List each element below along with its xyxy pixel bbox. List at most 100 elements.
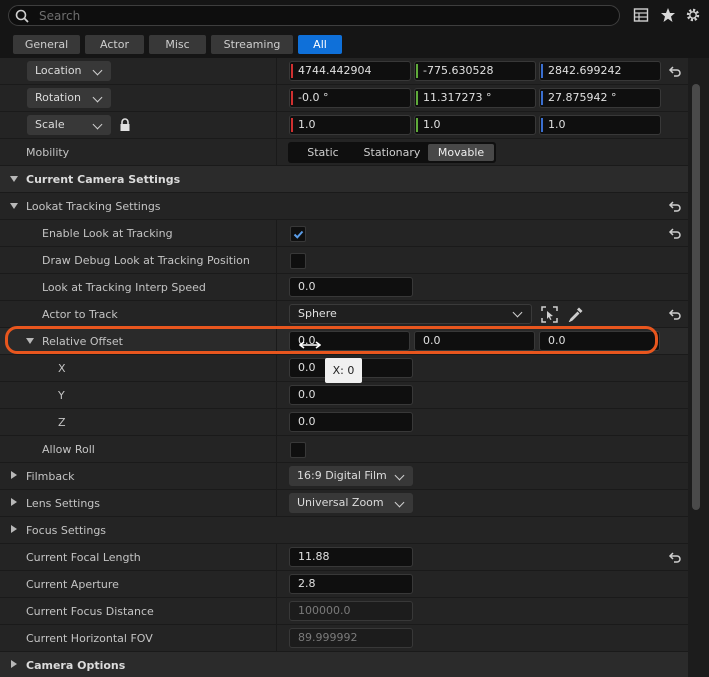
reset-icon[interactable] [668, 226, 682, 240]
location-row: Location 4744.442904 -775.630528 2842.69… [0, 58, 688, 84]
lens-settings-dropdown[interactable]: Universal Zoom [289, 493, 413, 513]
y-axis-marker [416, 118, 418, 132]
filter-tab-general[interactable]: General [13, 35, 80, 54]
filmback-dropdown[interactable]: 16:9 Digital Film [289, 466, 413, 486]
y-axis-marker [416, 91, 418, 105]
lookat-tracking-label: Lookat Tracking Settings [26, 200, 161, 213]
x-axis-marker [291, 118, 293, 132]
rotation-x-field[interactable]: -0.0 ° [289, 88, 411, 108]
actor-to-track-row: Actor to Track Sphere [0, 300, 688, 327]
reset-icon[interactable] [668, 307, 682, 321]
reset-icon[interactable] [668, 199, 682, 213]
horizontal-fov-row: Current Horizontal FOV 89.999992 [0, 624, 688, 651]
offset-y-field[interactable]: 0.0 [289, 385, 413, 405]
allow-roll-checkbox[interactable] [290, 442, 306, 458]
collapse-arrow-icon[interactable] [11, 471, 17, 479]
location-y-field[interactable]: -775.630528 [414, 61, 536, 81]
focus-distance-field: 100000.0 [289, 601, 413, 621]
collapse-arrow-icon[interactable] [11, 525, 17, 533]
lens-settings-row[interactable]: Lens Settings Universal Zoom [0, 489, 688, 516]
checkmark-icon [293, 230, 304, 239]
offset-z-field[interactable]: 0.0 [289, 412, 413, 432]
lock-icon[interactable] [119, 118, 131, 132]
expand-arrow-icon[interactable] [10, 176, 18, 182]
aperture-row: Current Aperture 2.8 [0, 570, 688, 597]
draw-debug-label: Draw Debug Look at Tracking Position [42, 254, 250, 267]
actor-to-track-label: Actor to Track [42, 308, 118, 321]
enable-tracking-checkbox[interactable] [290, 226, 306, 242]
focal-length-row: Current Focal Length 11.88 [0, 543, 688, 570]
offset-y-label: Y [58, 389, 65, 402]
draw-debug-checkbox[interactable] [290, 253, 306, 269]
mobility-static-option[interactable]: Static [290, 144, 356, 161]
scale-z-field[interactable]: 1.0 [539, 115, 661, 135]
filter-bar: General Actor Misc Streaming All [0, 32, 709, 58]
scale-row: Scale 1.0 1.0 1.0 [0, 111, 688, 138]
camera-options-category[interactable]: Camera Options [0, 651, 688, 677]
mobility-movable-option[interactable]: Movable [428, 144, 494, 161]
rotation-dropdown[interactable]: Rotation [27, 88, 111, 108]
scale-x-field[interactable]: 1.0 [289, 115, 411, 135]
x-axis-marker [291, 64, 293, 78]
mobility-row: Mobility Static Stationary Movable [0, 138, 688, 165]
top-bar: Search [0, 0, 709, 32]
z-axis-marker [541, 91, 543, 105]
search-box[interactable]: Search [8, 5, 620, 26]
eyedropper-icon[interactable] [568, 306, 584, 322]
offset-x-label: X [58, 362, 66, 375]
highlight-outline [5, 326, 658, 354]
x-axis-marker [291, 91, 293, 105]
focus-settings-row[interactable]: Focus Settings [0, 516, 688, 543]
interp-speed-field[interactable]: 0.0 [289, 277, 413, 297]
filter-tab-all[interactable]: All [298, 35, 342, 54]
focal-length-field[interactable]: 11.88 [289, 547, 413, 567]
lookat-tracking-settings-row[interactable]: Lookat Tracking Settings [0, 192, 688, 219]
aperture-field[interactable]: 2.8 [289, 574, 413, 594]
rotation-row: Rotation -0.0 ° 11.317273 ° 27.875942 ° [0, 84, 688, 111]
offset-z-label: Z [58, 416, 66, 429]
horizontal-fov-label: Current Horizontal FOV [26, 632, 153, 645]
aperture-label: Current Aperture [26, 578, 119, 591]
filmback-label: Filmback [26, 470, 75, 483]
allow-roll-row: Allow Roll [0, 435, 688, 462]
offset-z-row: Z 0.0 [0, 408, 688, 435]
table-view-icon[interactable] [633, 7, 649, 23]
search-input[interactable]: Search [39, 9, 80, 23]
mobility-stationary-option[interactable]: Stationary [358, 144, 426, 161]
draw-debug-row: Draw Debug Look at Tracking Position [0, 246, 688, 273]
filter-tab-misc[interactable]: Misc [149, 35, 206, 54]
collapse-arrow-icon[interactable] [11, 498, 17, 506]
filmback-row[interactable]: Filmback 16:9 Digital Film [0, 462, 688, 489]
location-x-field[interactable]: 4744.442904 [289, 61, 411, 81]
enable-look-at-tracking-row: Enable Look at Tracking [0, 219, 688, 246]
filter-tab-actor[interactable]: Actor [85, 35, 144, 54]
y-axis-marker [416, 64, 418, 78]
focus-distance-label: Current Focus Distance [26, 605, 154, 618]
reset-icon[interactable] [668, 64, 682, 78]
category-label: Camera Options [26, 659, 126, 672]
focus-settings-label: Focus Settings [26, 524, 107, 537]
gear-icon[interactable] [685, 7, 701, 23]
select-actor-icon[interactable] [541, 306, 558, 323]
actor-picker-dropdown[interactable]: Sphere [289, 304, 532, 324]
z-axis-marker [541, 64, 543, 78]
location-z-field[interactable]: 2842.699242 [539, 61, 661, 81]
focal-length-label: Current Focal Length [26, 551, 141, 564]
rotation-y-field[interactable]: 11.317273 ° [414, 88, 536, 108]
expand-arrow-icon[interactable] [10, 203, 18, 209]
scale-y-field[interactable]: 1.0 [414, 115, 536, 135]
z-axis-marker [541, 118, 543, 132]
interp-speed-row: Look at Tracking Interp Speed 0.0 [0, 273, 688, 300]
location-dropdown[interactable]: Location [27, 61, 111, 81]
star-icon[interactable] [660, 7, 676, 23]
reset-icon[interactable] [668, 550, 682, 564]
collapse-arrow-icon[interactable] [11, 660, 17, 668]
horizontal-resize-cursor-icon [299, 341, 321, 349]
mobility-selector: Static Stationary Movable [288, 142, 496, 163]
rotation-z-field[interactable]: 27.875942 ° [539, 88, 661, 108]
current-camera-settings-category[interactable]: Current Camera Settings [0, 165, 688, 192]
filter-tab-streaming[interactable]: Streaming [211, 35, 293, 54]
horizontal-fov-field: 89.999992 [289, 628, 413, 648]
scrollbar-thumb[interactable] [692, 84, 700, 510]
scale-dropdown[interactable]: Scale [27, 115, 111, 135]
